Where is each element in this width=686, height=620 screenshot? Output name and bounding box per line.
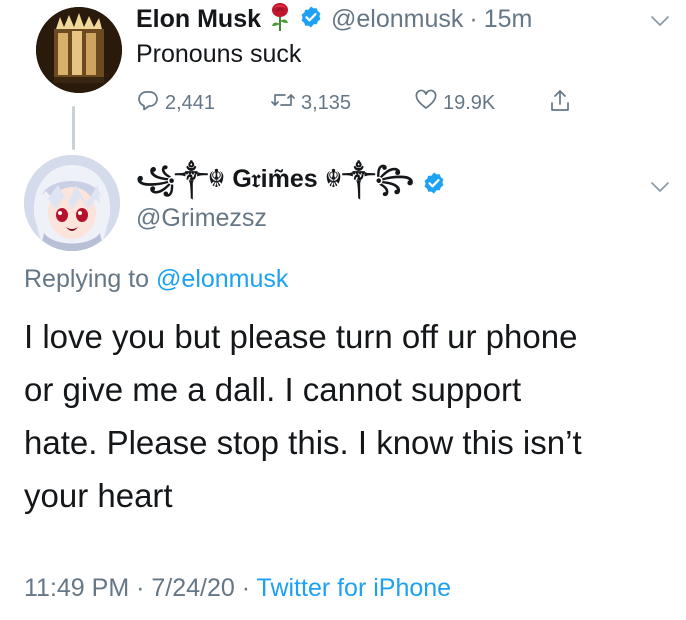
like-count: 19.9K — [443, 91, 496, 114]
retweet-icon — [270, 88, 301, 118]
like-button[interactable]: 19.9K — [414, 88, 495, 118]
replying-to-mention[interactable]: @elonmusk — [156, 265, 288, 293]
thread-connector-line — [72, 106, 75, 150]
retweet-button[interactable]: 3,135 — [270, 88, 351, 118]
tweet1-action-bar: 2,441 3,135 19.9K — [136, 88, 596, 118]
share-button[interactable] — [548, 88, 577, 120]
tweet-text-line: hate. Please stop this. I know this isn’… — [24, 424, 582, 461]
tweet-meta: 11:49 PM · 7/24/20 · Twitter for iPhone — [24, 574, 451, 603]
author-handle[interactable]: @elonmusk — [331, 5, 463, 34]
tweet-time[interactable]: 15m — [484, 5, 533, 34]
tweet1-text: Pronouns suck — [136, 40, 302, 68]
replying-to-label: Replying to — [24, 265, 150, 293]
tweet-timestamp[interactable]: 11:49 PM · 7/24/20 — [24, 574, 235, 602]
chevron-down-icon[interactable] — [650, 180, 670, 192]
share-icon — [548, 88, 577, 120]
heart-icon — [414, 88, 443, 118]
author-handle[interactable]: @Grimezsz — [136, 204, 267, 233]
reply-icon — [136, 88, 165, 118]
retweet-count: 3,135 — [301, 91, 352, 114]
elon-avatar[interactable] — [36, 7, 122, 93]
tweet2-text: I love you but please turn off ur phone … — [24, 310, 664, 522]
verified-badge-icon — [291, 5, 323, 34]
grimes-avatar[interactable] — [24, 155, 120, 251]
tweet-source-link[interactable]: Twitter for iPhone — [257, 574, 452, 602]
verified-badge-icon — [414, 171, 446, 200]
chevron-down-icon[interactable] — [650, 14, 670, 26]
tweet2-header: ꧁༒☬ G𝔯im̃es ☬༒꧂ — [136, 165, 446, 202]
meta-separator: · — [234, 574, 257, 602]
separator-dot: · — [469, 4, 478, 33]
author-name[interactable]: Elon Musk — [136, 5, 261, 34]
tweet-text-line: I love you but please turn off ur phone — [24, 318, 578, 355]
reply-count: 2,441 — [165, 91, 216, 114]
rose-emoji — [261, 2, 291, 37]
tweet1-header: Elon Musk @elonmusk · 15m — [136, 2, 532, 36]
replying-to-line: Replying to @elonmusk — [24, 265, 288, 294]
reply-button[interactable]: 2,441 — [136, 88, 215, 118]
tweet-text-line: or give me a dall. I cannot support — [24, 371, 522, 408]
tweet-text-line: your heart — [24, 477, 173, 514]
